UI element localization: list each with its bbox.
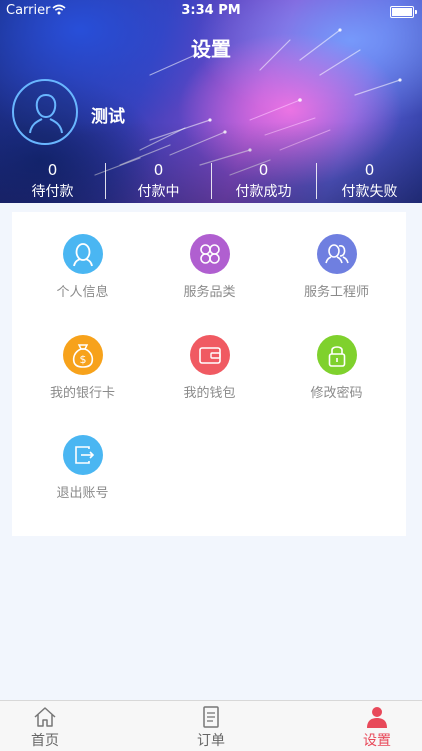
logout-icon bbox=[62, 435, 103, 475]
menu-label: 修改密码 bbox=[310, 386, 363, 401]
menu-bank-card[interactable]: $ 我的银行卡 bbox=[17, 335, 148, 401]
stat-pending[interactable]: 0 待付款 bbox=[0, 160, 105, 202]
menu-label: 退出账号 bbox=[56, 486, 109, 501]
menu-service-engineers[interactable]: 服务工程师 bbox=[271, 234, 402, 300]
person-icon bbox=[62, 234, 103, 274]
stat-count: 0 bbox=[258, 161, 269, 179]
menu-label: 服务品类 bbox=[183, 285, 236, 300]
lock-icon bbox=[316, 335, 357, 375]
settings-menu: 个人信息 服务品类 服务工程师 $ 我的银行卡 我的钱包 修改密码 退出账号 bbox=[12, 212, 406, 536]
username: 测试 bbox=[91, 107, 125, 127]
clock: 3:34 PM bbox=[181, 3, 241, 18]
menu-label: 服务工程师 bbox=[303, 285, 369, 300]
stat-success[interactable]: 0 付款成功 bbox=[211, 160, 316, 202]
tab-bar: 首页 订单 设置 bbox=[0, 700, 422, 751]
menu-personal-info[interactable]: 个人信息 bbox=[17, 234, 148, 300]
menu-change-password[interactable]: 修改密码 bbox=[271, 335, 402, 401]
tab-label: 订单 bbox=[197, 733, 225, 749]
stat-processing[interactable]: 0 付款中 bbox=[106, 160, 211, 202]
page-title: 设置 bbox=[191, 37, 231, 61]
order-icon bbox=[203, 706, 219, 728]
svg-text:$: $ bbox=[79, 353, 86, 366]
home-icon bbox=[34, 707, 56, 727]
tab-orders[interactable]: 订单 bbox=[161, 701, 261, 751]
menu-wallet[interactable]: 我的钱包 bbox=[144, 335, 275, 401]
menu-logout[interactable]: 退出账号 bbox=[17, 435, 148, 501]
stat-count: 0 bbox=[47, 161, 58, 179]
menu-service-category[interactable]: 服务品类 bbox=[144, 234, 275, 300]
stat-label: 付款中 bbox=[137, 184, 180, 200]
stat-failed[interactable]: 0 付款失败 bbox=[317, 160, 422, 202]
status-bar: Carrier 3:34 PM bbox=[0, 0, 422, 22]
tab-settings[interactable]: 设置 bbox=[327, 701, 422, 751]
tab-home[interactable]: 首页 bbox=[0, 701, 95, 751]
user-silhouette-icon bbox=[29, 93, 63, 134]
user-icon bbox=[367, 707, 387, 728]
avatar[interactable] bbox=[12, 79, 78, 145]
stat-label: 待付款 bbox=[31, 184, 74, 200]
payment-stats: 0 待付款 0 付款中 0 付款成功 0 付款失败 bbox=[0, 160, 422, 204]
battery-icon bbox=[390, 6, 417, 18]
menu-label: 我的银行卡 bbox=[49, 386, 115, 401]
stat-count: 0 bbox=[153, 161, 164, 179]
money-bag-icon: $ bbox=[62, 335, 103, 375]
wallet-icon bbox=[189, 335, 230, 375]
category-icon bbox=[189, 234, 230, 274]
engineers-icon bbox=[316, 234, 357, 274]
menu-label: 个人信息 bbox=[56, 285, 109, 300]
stat-label: 付款失败 bbox=[341, 184, 398, 200]
menu-label: 我的钱包 bbox=[183, 386, 236, 401]
stat-count: 0 bbox=[364, 161, 375, 179]
stat-label: 付款成功 bbox=[235, 184, 292, 200]
tab-label: 设置 bbox=[363, 733, 391, 749]
tab-label: 首页 bbox=[31, 733, 59, 749]
